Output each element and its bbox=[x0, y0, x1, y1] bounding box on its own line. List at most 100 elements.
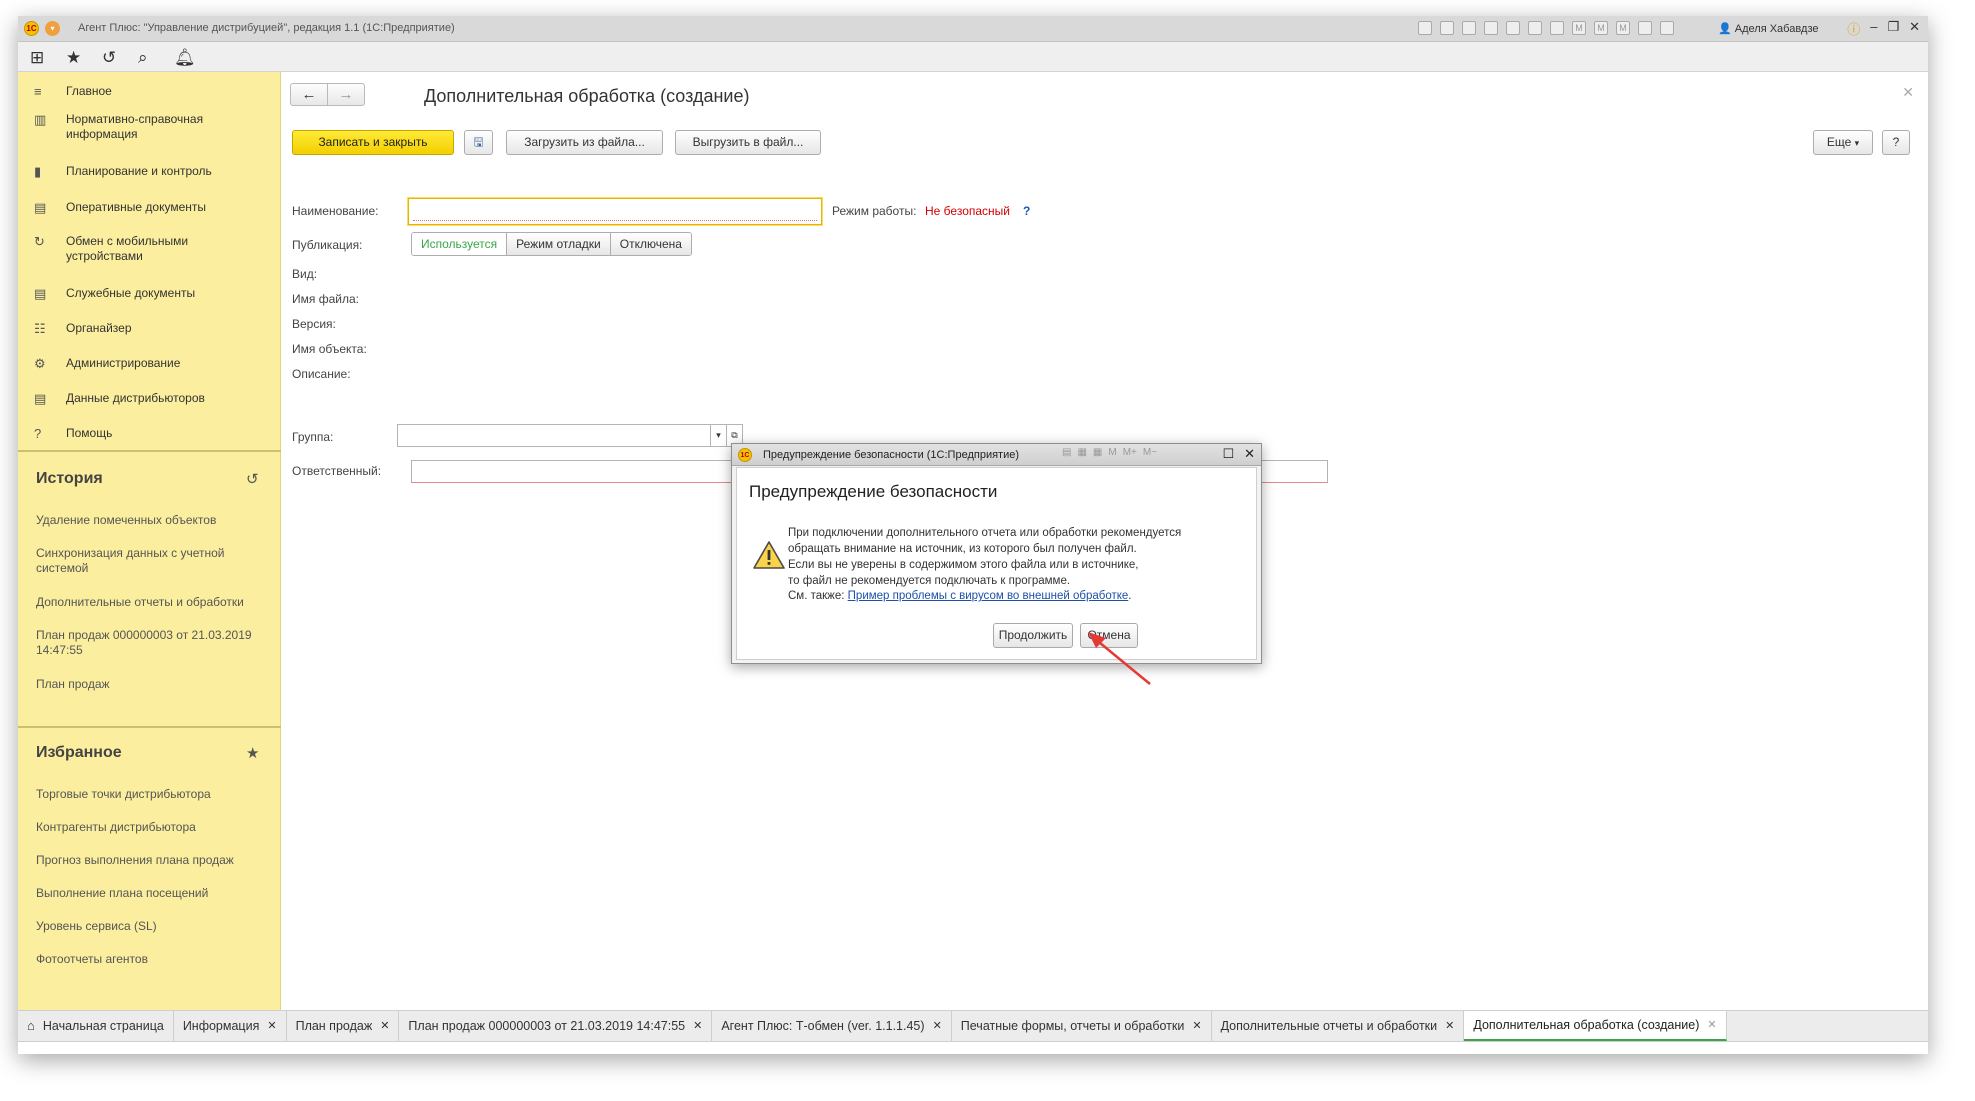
zoom-icon[interactable] bbox=[1638, 21, 1652, 35]
favorite-link[interactable]: Фотоотчеты агентов bbox=[36, 952, 266, 967]
question-icon: ? bbox=[34, 426, 42, 441]
tab-label: Печатные формы, отчеты и обработки bbox=[960, 1019, 1185, 1033]
close-window-icon[interactable]: ✕ bbox=[1909, 19, 1920, 38]
tab-label: Информация bbox=[182, 1019, 260, 1033]
publication-option-disabled[interactable]: Отключена bbox=[609, 233, 691, 255]
user-icon: 👤 bbox=[1718, 23, 1732, 35]
close-icon[interactable]: ✕ bbox=[1244, 446, 1255, 462]
tab-home[interactable]: ⌂ Начальная страница bbox=[18, 1011, 174, 1041]
close-tab-icon[interactable]: ✕ bbox=[933, 1011, 942, 1041]
user-name[interactable]: 👤 Аделя Хабавдзе bbox=[1718, 22, 1819, 35]
see-also-label: См. также: bbox=[788, 590, 845, 602]
tab-label: Агент Плюс: Т-обмен (ver. 1.1.1.45) bbox=[721, 1019, 925, 1033]
memory-mminus-icon[interactable]: M− bbox=[1143, 447, 1157, 458]
forward-arrow-icon[interactable]: → bbox=[327, 84, 364, 105]
tab-label: Начальная страница bbox=[42, 1019, 164, 1033]
description-label: Описание: bbox=[292, 367, 351, 381]
restore-icon[interactable]: ❐ bbox=[1887, 19, 1899, 38]
calculator-icon[interactable]: ▦ bbox=[1077, 447, 1086, 458]
sidebar-item-label: Органайзер bbox=[66, 321, 132, 335]
group-dropdown-button[interactable]: ▾ bbox=[710, 424, 727, 447]
back-arrow-icon[interactable]: ← bbox=[291, 84, 327, 105]
mode-help-icon[interactable]: ? bbox=[1023, 204, 1030, 218]
tab-label: План продаж bbox=[295, 1019, 373, 1033]
favorite-link[interactable]: Выполнение плана посещений bbox=[36, 886, 266, 901]
unload-to-file-button[interactable]: Выгрузить в файл... bbox=[675, 130, 821, 155]
publication-option-debug[interactable]: Режим отладки bbox=[506, 233, 610, 255]
data-icon: ▤ bbox=[34, 391, 47, 406]
save-button[interactable]: 🖫 bbox=[464, 130, 493, 155]
history-link[interactable]: План продаж bbox=[36, 677, 266, 692]
panels-icon[interactable] bbox=[1660, 21, 1674, 35]
sidebar-item-label: Главное bbox=[66, 84, 112, 98]
star-icon[interactable]: ★ bbox=[246, 744, 259, 762]
history-link[interactable]: Дополнительные отчеты и обработки bbox=[36, 595, 266, 610]
group-field[interactable] bbox=[397, 424, 711, 447]
calendar-icon[interactable]: ▦ bbox=[1093, 447, 1102, 458]
apps-grid-icon[interactable]: ⊞ bbox=[30, 48, 44, 68]
close-tab-icon[interactable]: ✕ bbox=[1445, 1011, 1454, 1041]
more-button[interactable]: Еще ▾ bbox=[1813, 130, 1873, 155]
mail-icon[interactable] bbox=[1506, 21, 1520, 35]
close-tab-icon[interactable]: ✕ bbox=[693, 1011, 702, 1041]
history-icon[interactable]: ↺ bbox=[102, 48, 116, 68]
history-link[interactable]: Синхронизация данных с учетной системой bbox=[36, 546, 266, 576]
memory-mminus-icon[interactable]: M bbox=[1616, 21, 1630, 35]
favorites-star-icon[interactable]: ★ bbox=[66, 48, 81, 68]
dialog-window-controls: ☐ ✕ bbox=[1222, 446, 1255, 462]
calculator-icon[interactable] bbox=[1528, 21, 1542, 35]
publication-option-used[interactable]: Используется bbox=[412, 233, 507, 255]
publication-switch: Используется Режим отладки Отключена bbox=[411, 232, 692, 256]
dialog-body: Предупреждение безопасности При подключе… bbox=[736, 467, 1257, 660]
close-tab-icon[interactable]: ✕ bbox=[267, 1011, 276, 1041]
favorite-link[interactable]: Уровень сервиса (SL) bbox=[36, 919, 266, 934]
tab-sales-plan[interactable]: План продаж ✕ bbox=[287, 1011, 400, 1041]
help-button[interactable]: ? bbox=[1882, 130, 1910, 155]
close-tab-icon[interactable]: ✕ bbox=[1192, 1011, 1201, 1041]
info-icon[interactable]: ⓘ bbox=[1847, 19, 1860, 38]
preview-icon[interactable] bbox=[1462, 21, 1476, 35]
app-logo-icon: 1С bbox=[738, 448, 752, 462]
documents-icon: ▤ bbox=[34, 286, 47, 301]
print-icon[interactable]: ▤ bbox=[1062, 447, 1071, 458]
tab-additional-processing-create[interactable]: Дополнительная обработка (создание) ✕ bbox=[1464, 1010, 1727, 1041]
favorite-link[interactable]: Контрагенты дистрибьютора bbox=[36, 820, 266, 835]
virus-example-link[interactable]: Пример проблемы с вирусом во внешней обр… bbox=[848, 590, 1129, 602]
memory-mplus-icon[interactable]: M+ bbox=[1123, 447, 1137, 458]
memory-m-icon[interactable]: M bbox=[1572, 21, 1586, 35]
history-icon[interactable]: ↺ bbox=[246, 470, 259, 488]
main-menu-icon[interactable]: ▾ bbox=[45, 21, 60, 36]
name-field[interactable] bbox=[408, 198, 822, 225]
sidebar-item-label: Служебные документы bbox=[66, 286, 196, 300]
bell-icon[interactable]: 🔔︎ bbox=[174, 48, 196, 68]
sidebar-item-label: Обмен с мобильными устройствами bbox=[66, 234, 189, 263]
memory-mplus-icon[interactable]: M bbox=[1594, 21, 1608, 35]
search-icon[interactable]: ⌕ bbox=[138, 48, 148, 68]
favorite-link[interactable]: Прогноз выполнения плана продаж bbox=[36, 853, 266, 868]
close-form-icon[interactable]: ✕ bbox=[1902, 84, 1914, 101]
close-tab-icon[interactable]: ✕ bbox=[380, 1011, 389, 1041]
memory-m-icon[interactable]: M bbox=[1108, 447, 1116, 458]
favorite-link[interactable]: Торговые точки дистрибьютора bbox=[36, 787, 266, 802]
tab-information[interactable]: Информация ✕ bbox=[174, 1011, 287, 1041]
save-and-close-button[interactable]: Записать и закрыть bbox=[292, 130, 454, 155]
close-tab-icon[interactable]: ✕ bbox=[1707, 1010, 1716, 1040]
load-from-file-button[interactable]: Загрузить из файла... bbox=[506, 130, 663, 155]
link-icon[interactable] bbox=[1484, 21, 1498, 35]
tab-sales-plan-doc[interactable]: План продаж 000000003 от 21.03.2019 14:4… bbox=[399, 1011, 713, 1041]
minimize-icon[interactable]: – bbox=[1870, 19, 1877, 38]
continue-button[interactable]: Продолжить bbox=[993, 623, 1073, 648]
mode-value-link[interactable]: Не безопасный bbox=[925, 204, 1010, 218]
tab-additional-reports[interactable]: Дополнительные отчеты и обработки ✕ bbox=[1212, 1011, 1465, 1041]
history-nav: ← → bbox=[290, 83, 365, 106]
warning-icon bbox=[753, 541, 785, 569]
dialog-message-line: то файл не рекомендуется подключать к пр… bbox=[788, 575, 1071, 587]
maximize-icon[interactable]: ☐ bbox=[1222, 446, 1234, 462]
history-link[interactable]: План продаж 000000003 от 21.03.2019 14:4… bbox=[36, 628, 266, 658]
history-link[interactable]: Удаление помеченных объектов bbox=[36, 513, 266, 528]
save-icon[interactable] bbox=[1418, 21, 1432, 35]
tab-t-exchange[interactable]: Агент Плюс: Т-обмен (ver. 1.1.1.45) ✕ bbox=[712, 1011, 952, 1041]
calendar-icon[interactable] bbox=[1550, 21, 1564, 35]
print-icon[interactable] bbox=[1440, 21, 1454, 35]
tab-print-forms[interactable]: Печатные формы, отчеты и обработки ✕ bbox=[952, 1011, 1212, 1041]
